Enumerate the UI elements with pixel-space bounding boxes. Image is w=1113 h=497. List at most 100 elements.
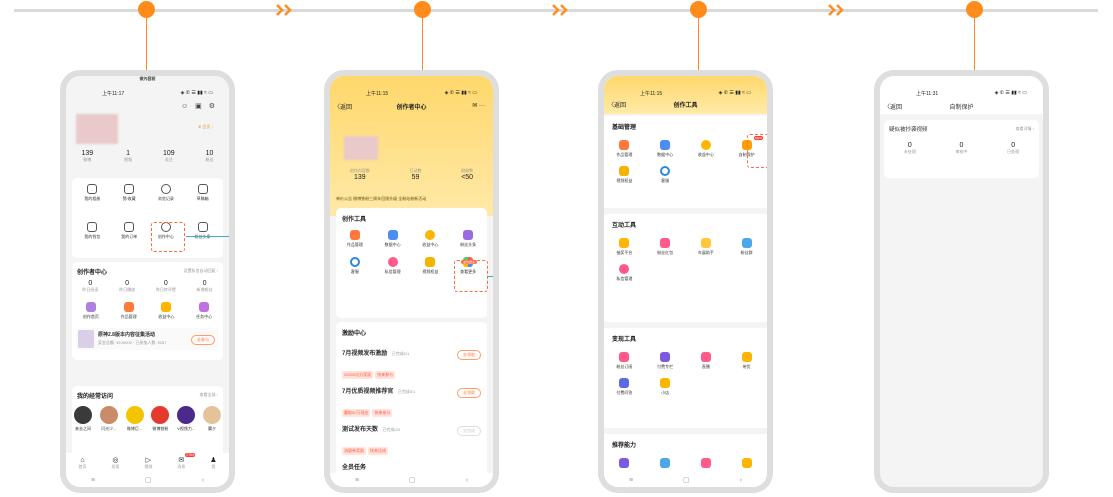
- incentive-item[interactable]: 7月优质视频推荐官 已完成0/1 赢取50万现金 快来参与 去领取: [342, 380, 481, 417]
- tool-fan-headline[interactable]: 粉丝头条: [449, 230, 487, 248]
- reward-tag: 快来参与: [372, 409, 393, 417]
- stat-works[interactable]: 创作内容数 139: [350, 168, 370, 181]
- header-actions[interactable]: ☺ ▣ ⚙: [181, 102, 215, 110]
- stat-video[interactable]: 1 视频: [124, 150, 132, 163]
- back-icon[interactable]: ‹: [740, 477, 742, 484]
- incentive-item[interactable]: 7月视频发布激励 已完成0/1 25000瓜分奖励 快来参与 去领取: [342, 342, 481, 379]
- tool-video-rights[interactable]: 视频权益: [412, 257, 450, 275]
- home-button-icon[interactable]: ▢: [409, 476, 416, 484]
- creator-tool-works[interactable]: 作品管理: [121, 302, 137, 320]
- tool-subscribe[interactable]: 粉丝订阅: [604, 352, 645, 370]
- tool-shop[interactable]: 小店: [645, 378, 686, 396]
- status-bar: 上午11:15 ◈ ✆ ☰ ▮▮ ≈ ▭: [330, 90, 493, 100]
- tool-car-show[interactable]: 车展助手: [686, 238, 727, 256]
- menu-icon[interactable]: ≡: [91, 477, 95, 484]
- tool-paid-column[interactable]: 付费专栏: [645, 352, 686, 370]
- tool-data[interactable]: 数据中心: [645, 140, 686, 158]
- recent-item[interactable]: V视频力...: [177, 406, 195, 432]
- tool-recommend[interactable]: [726, 458, 767, 468]
- tool-service[interactable]: 客服: [336, 257, 374, 275]
- home-button-icon[interactable]: ▢: [145, 476, 152, 484]
- recent-item[interactable]: 来去之间: [74, 406, 92, 432]
- favorite-icon: [124, 184, 135, 194]
- tool-income[interactable]: 收益中心: [412, 230, 450, 248]
- tool-wallet[interactable]: 我的钱包: [74, 222, 111, 252]
- tool-paid-qa[interactable]: 付费问答: [604, 378, 645, 396]
- claim-button[interactable]: 去领取: [457, 350, 481, 360]
- creator-tool-tasks[interactable]: 任务中心: [196, 302, 212, 320]
- tool-messages[interactable]: 私信管理: [604, 264, 645, 282]
- tab-me[interactable]: ♟ 我: [210, 456, 216, 470]
- tool-orders[interactable]: 我的订单: [111, 222, 148, 252]
- stat-fans[interactable]: 粉粉数 <50: [461, 168, 473, 181]
- phone-creator-center-screen: 上午11:15 ◈ ✆ ☰ ▮▮ ≈ ▭ 〈返回 创作者中心 ✉ ··· 创作内…: [324, 70, 499, 493]
- tab-video[interactable]: ▷ 视频: [144, 456, 152, 470]
- home-button-icon[interactable]: ▢: [683, 476, 690, 484]
- tool-video-rights[interactable]: 视频权益: [604, 166, 645, 184]
- income-icon: [425, 230, 436, 240]
- complete-button[interactable]: 去完成: [457, 426, 481, 436]
- tool-history[interactable]: 浏览记录: [148, 184, 185, 214]
- tool-favorites[interactable]: 赞/收藏: [111, 184, 148, 214]
- tool-fan-group[interactable]: 粉丝群: [726, 238, 767, 256]
- incentive-item-title: 7月视频发布激励: [342, 351, 388, 357]
- tool-recommend[interactable]: [686, 458, 727, 468]
- avatar[interactable]: [76, 114, 118, 144]
- tool-recommend[interactable]: [645, 458, 686, 468]
- incentive-item[interactable]: 测试发布天数 已完成0/3 流量券奖励 快来达成 去完成: [342, 418, 481, 455]
- menu-icon[interactable]: ≡: [629, 477, 633, 484]
- tools-grid: 粉丝订阅 付费专栏 直播 带货 付费问答 小店: [604, 352, 767, 396]
- banner-title: 原神2.8版本内容征集活动: [98, 332, 155, 338]
- tab-messages[interactable]: ✉ 消息 2764: [177, 453, 196, 470]
- tool-live[interactable]: 直播: [686, 352, 727, 370]
- tool-works[interactable]: 作品管理: [604, 140, 645, 158]
- red-packet-icon: [660, 238, 671, 248]
- recent-link[interactable]: 查看全部 ›: [200, 392, 218, 398]
- tool-album[interactable]: 我的相册: [74, 184, 111, 214]
- recent-item[interactable]: 闪光少...: [99, 406, 118, 432]
- incentive-item-title: 测试发布天数: [342, 427, 379, 433]
- gear-icon[interactable]: ⚙: [209, 103, 215, 110]
- tool-data[interactable]: 数据中心: [374, 230, 412, 248]
- user-icon[interactable]: ☺: [181, 103, 188, 110]
- banner-join-button[interactable]: 去参与: [191, 335, 215, 345]
- tool-income[interactable]: 收益中心: [686, 140, 727, 158]
- tool-drafts[interactable]: 草稿箱: [184, 184, 221, 214]
- banner-thumbnail: [78, 330, 94, 348]
- header-actions[interactable]: ✉ ···: [472, 102, 485, 109]
- tool-messages[interactable]: 私信管理: [374, 257, 412, 275]
- notice-bar[interactable]: 单价公告 微博铁粉三周年回馈升级 全粉站粉新活动: [336, 196, 487, 202]
- tool-service[interactable]: 客服: [645, 166, 686, 184]
- tool-fan-headline[interactable]: 粉丝头条: [184, 222, 221, 252]
- recent-item[interactable]: 翼夕: [203, 406, 221, 432]
- recent-item[interactable]: 微博巨...: [125, 406, 144, 432]
- stat-unprocessed[interactable]: 0 未处理: [904, 142, 916, 155]
- details-link[interactable]: 查看详情 ›: [1016, 126, 1034, 132]
- avatar[interactable]: [344, 136, 378, 160]
- tool-red-packet[interactable]: 粉丝红包: [645, 238, 686, 256]
- creator-tool-home[interactable]: 创作首页: [83, 302, 99, 320]
- tool-works[interactable]: 作品管理: [336, 230, 374, 248]
- stat-processed[interactable]: 0 已处理: [1007, 142, 1019, 155]
- back-icon[interactable]: ‹: [466, 477, 468, 484]
- activity-banner[interactable]: 原神2.8版本内容征集活动 奖金总额: ¥100000 · 已参加人数: 525…: [76, 328, 219, 350]
- tab-discover[interactable]: ◎ 发现: [111, 456, 119, 470]
- phone-caption: 做內容前: [139, 76, 156, 81]
- menu-icon[interactable]: ≡: [355, 477, 359, 484]
- stat-followers[interactable]: 10 粉丝: [206, 150, 214, 163]
- stat-interactions[interactable]: 互动数 59: [409, 168, 421, 181]
- creator-tool-income[interactable]: 收益中心: [158, 302, 174, 320]
- claim-button[interactable]: 去领取: [457, 388, 481, 398]
- scan-icon[interactable]: ▣: [195, 103, 202, 110]
- vip-badge[interactable]: ♛ 会员 ›: [198, 124, 213, 130]
- tab-home[interactable]: ⌂ 首页: [78, 457, 86, 470]
- stat-reviewing[interactable]: 0 审核中: [955, 142, 967, 155]
- stat-weibo[interactable]: 139 微博: [81, 150, 93, 163]
- stat-following[interactable]: 109 关注: [163, 150, 175, 163]
- recent-item[interactable]: 微博铁粉: [151, 406, 170, 432]
- creator-link[interactable]: 设置私信自动回复 ›: [184, 268, 218, 274]
- tool-goods[interactable]: 带货: [726, 352, 767, 370]
- back-icon[interactable]: ‹: [202, 477, 204, 484]
- tool-lottery[interactable]: 抽奖平台: [604, 238, 645, 256]
- tool-recommend[interactable]: [604, 458, 645, 468]
